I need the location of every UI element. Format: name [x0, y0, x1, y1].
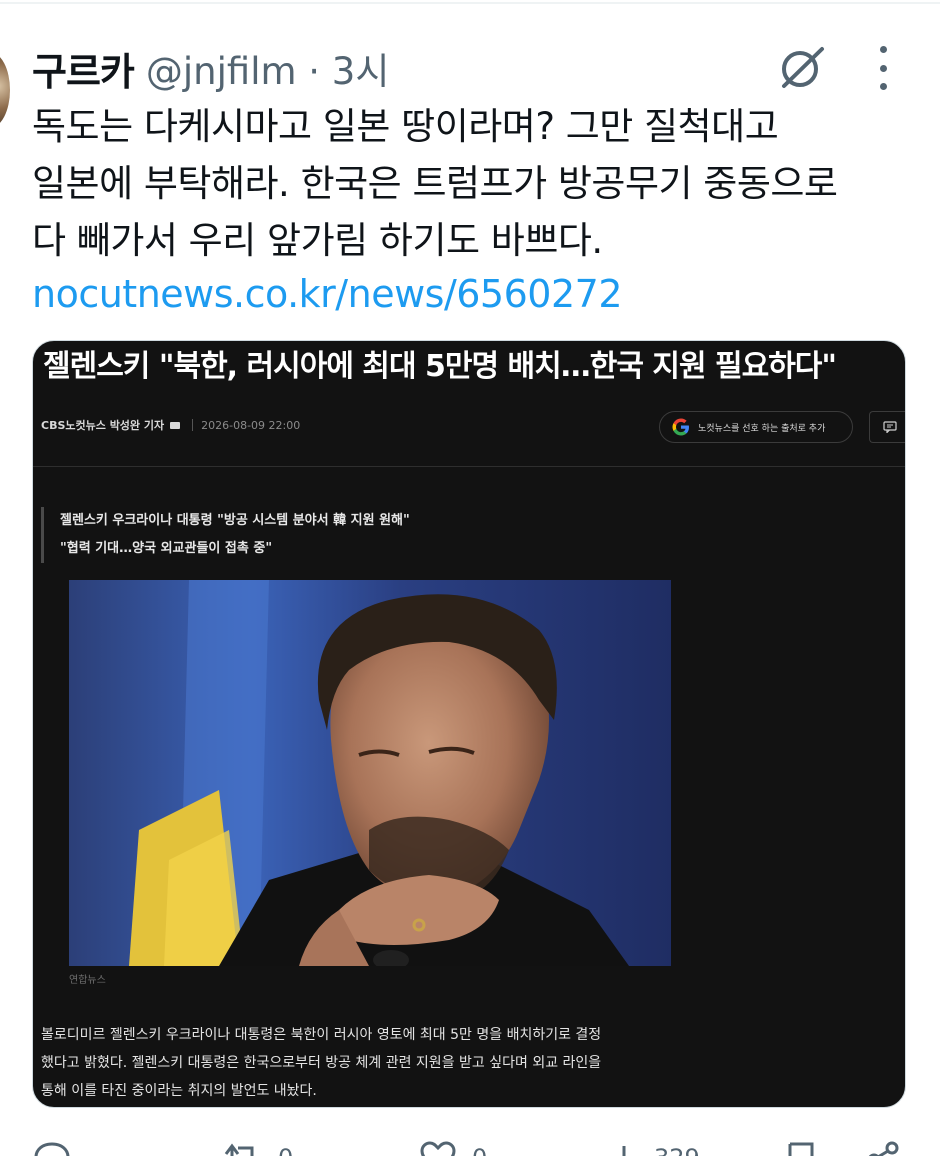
repost-icon [224, 1143, 254, 1156]
tweet-text-line: 일본에 부탁해라. 한국은 트럼프가 방공무기 중동으로 [32, 162, 838, 205]
tweet-text-line: 독도는 다케시마고 일본 땅이라며? 그만 질척대고 [32, 105, 779, 148]
reply-icon [34, 1142, 70, 1156]
views-count: 329 [654, 1144, 700, 1156]
repost-count: 0 [278, 1144, 293, 1156]
article-meta: CBS노컷뉴스 박성완 기자 2026-08-09 22:00 [41, 411, 300, 439]
subtitle-line: "협력 기대…양국 외교관들이 접촉 중" [60, 541, 273, 556]
reply-button[interactable] [32, 1140, 72, 1156]
repost-button[interactable]: 0 [220, 1140, 293, 1156]
views-button[interactable]: 329 [610, 1140, 700, 1156]
tweet-header: 구르카 @jnjfilm · 3시 [32, 40, 389, 96]
grok-icon[interactable] [776, 44, 828, 92]
like-count: 0 [472, 1144, 487, 1156]
reporter-name: CBS노컷뉴스 박성완 기자 [41, 419, 165, 432]
tweet-link[interactable]: nocutnews.co.kr/news/6560272 [32, 264, 623, 324]
meta-divider [33, 466, 905, 467]
comment-icon [869, 411, 905, 443]
subtitle-line: 젤렌스키 우크라이나 대통령 "방공 시스템 분야서 韓 지원 원해" [60, 513, 410, 528]
share-button[interactable] [866, 1140, 900, 1156]
body-line: 통해 이를 타진 중이라는 취지의 발언도 내놨다. [41, 1083, 317, 1099]
action-bar: 0 0 329 [0, 1136, 940, 1156]
meta-separator [192, 419, 194, 431]
article-photo [69, 580, 671, 966]
views-icon [622, 1146, 626, 1156]
mail-icon [170, 421, 181, 429]
google-preferred-source-button: 노컷뉴스를 선호 하는 출처로 추가 [659, 411, 853, 443]
heart-icon [420, 1141, 456, 1156]
google-g-icon [672, 418, 689, 436]
bookmark-icon [788, 1142, 814, 1156]
article-timestamp: 2026-08-09 22:00 [201, 418, 301, 432]
top-divider [0, 2, 940, 4]
body-line: 볼로디미르 젤렌스키 우크라이나 대통령은 북한이 러시아 영토에 최대 5만 … [41, 1027, 602, 1043]
tweet-text: 독도는 다케시마고 일본 땅이라며? 그만 질척대고 일본에 부탁해라. 한국은… [32, 98, 922, 269]
article-subtitles: 젤렌스키 우크라이나 대통령 "방공 시스템 분야서 韓 지원 원해" "협력 … [41, 507, 410, 563]
more-dots-icon[interactable] [868, 46, 898, 90]
share-icon [868, 1141, 899, 1156]
body-line: 했다고 밝혔다. 젤렌스키 대통령은 한국으로부터 방공 체계 관련 지원을 받… [41, 1055, 602, 1071]
avatar[interactable] [0, 52, 10, 128]
tweet-text-line: 다 빼가서 우리 앞가림 하기도 바쁘다. [32, 219, 603, 262]
display-name[interactable]: 구르카 [32, 41, 135, 96]
bookmark-button[interactable] [786, 1140, 816, 1156]
like-button[interactable]: 0 [418, 1140, 487, 1156]
link-preview-card[interactable]: 젤렌스키 "북한, 러시아에 최대 5만명 배치…한국 지원 필요하다" CBS… [32, 340, 906, 1108]
article-body: 볼로디미르 젤렌스키 우크라이나 대통령은 북한이 러시아 영토에 최대 5만 … [41, 1021, 731, 1105]
google-button-label: 노컷뉴스를 선호 하는 출처로 추가 [698, 423, 826, 434]
handle-time[interactable]: @jnjfilm · 3시 [146, 41, 390, 95]
card-headline: 젤렌스키 "북한, 러시아에 최대 5만명 배치…한국 지원 필요하다" [43, 349, 837, 384]
photo-credit: 연합뉴스 [69, 975, 106, 986]
